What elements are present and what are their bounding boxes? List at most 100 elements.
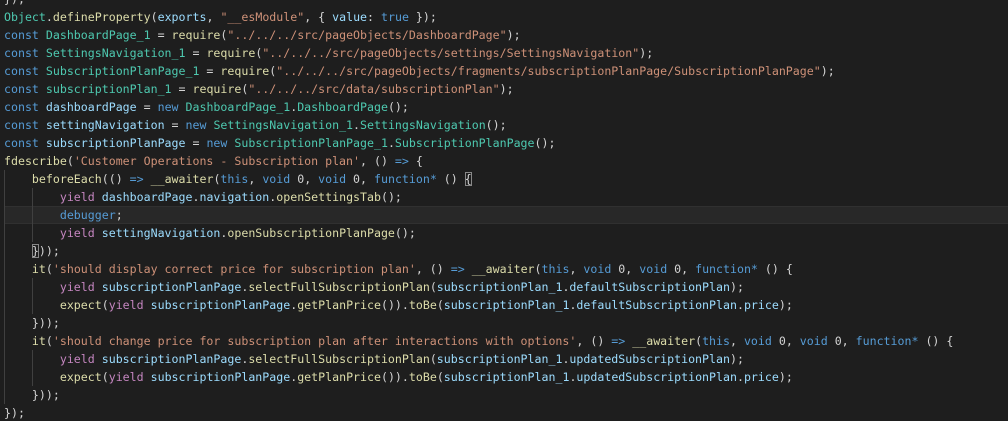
token-plain: . xyxy=(353,118,361,132)
token-plain: ( xyxy=(45,262,53,276)
token-plain: ); xyxy=(778,370,793,384)
token-plain: . xyxy=(45,10,53,24)
code-line[interactable]: })); xyxy=(4,386,1008,404)
token-plain: . xyxy=(736,370,744,384)
token-keyword: const xyxy=(4,100,46,114)
line-text: debugger; xyxy=(4,208,123,222)
token-plain: (); xyxy=(485,118,507,132)
token-plain: ( xyxy=(101,370,109,384)
token-variable: defaultSubscriptionPlan xyxy=(576,298,737,312)
token-keyword: void xyxy=(799,334,828,348)
token-string: "__esModule" xyxy=(220,10,305,24)
line-text: it('should display correct price for sub… xyxy=(4,262,793,276)
token-plain: (); xyxy=(534,136,556,150)
code-line[interactable]: const dashboardPage = new DashboardPage_… xyxy=(4,98,1008,116)
token-function: beforeEach xyxy=(31,172,102,186)
code-line[interactable]: const subscriptionPlanPage = new Subscri… xyxy=(4,134,1008,152)
token-variable: updatedSubscriptionPlan xyxy=(569,352,730,366)
token-function: openSubscriptionPlanPage xyxy=(227,226,395,240)
token-function: require xyxy=(171,28,221,42)
code-line[interactable]: it('should change price for subscription… xyxy=(4,332,1008,350)
token-plain: ( xyxy=(534,262,542,276)
code-line[interactable]: }); xyxy=(4,0,1008,8)
token-function: getPlanPrice xyxy=(297,298,381,312)
token-variable: subscriptionPlan_1 xyxy=(443,370,570,384)
token-keyword: void xyxy=(318,172,347,186)
token-plain: ( xyxy=(150,10,158,24)
token-control: yield xyxy=(59,280,102,294)
code-line[interactable]: expect(yield subscriptionPlanPage.getPla… xyxy=(4,368,1008,386)
code-line[interactable]: Object.defineProperty(exports, "__esModu… xyxy=(4,8,1008,26)
code-line[interactable]: yield subscriptionPlanPage.selectFullSub… xyxy=(4,350,1008,368)
token-variable: subscriptionPlanPage xyxy=(45,136,186,150)
token-type: SettingsNavigation_1 xyxy=(213,118,354,132)
indentation xyxy=(4,280,60,294)
token-variable: subscriptionPlanPage xyxy=(101,280,242,294)
token-keyword: function* xyxy=(695,262,758,276)
token-plain: ); xyxy=(729,280,744,294)
line-text: beforeEach(() => __awaiter(this, void 0,… xyxy=(4,172,472,186)
line-text: it('should change price for subscription… xyxy=(4,334,953,348)
code-line[interactable]: })); xyxy=(4,242,1008,260)
code-line-active[interactable]: debugger; xyxy=(4,206,1008,224)
token-plain: })); xyxy=(31,316,60,330)
indentation xyxy=(4,244,32,258)
line-text: }); xyxy=(4,0,25,6)
token-plain: = xyxy=(164,118,186,132)
code-editor[interactable]: }); Object.defineProperty(exports, "__esM… xyxy=(0,0,1008,421)
code-line[interactable]: const subscriptionPlan_1 = require("../.… xyxy=(4,80,1008,98)
token-plain: = xyxy=(171,82,193,96)
token-plain: = xyxy=(136,100,158,114)
code-line[interactable]: const SettingsNavigation_1 = require("..… xyxy=(4,44,1008,62)
code-line[interactable]: expect(yield subscriptionPlanPage.getPla… xyxy=(4,296,1008,314)
token-function: selectFullSubscriptionPlan xyxy=(248,280,430,294)
code-line[interactable]: const settingNavigation = new SettingsNa… xyxy=(4,116,1008,134)
code-line[interactable]: beforeEach(() => __awaiter(this, void 0,… xyxy=(4,170,1008,188)
line-text: const SubscriptionPlanPage_1 = require("… xyxy=(4,64,835,78)
code-line[interactable]: })); xyxy=(4,314,1008,332)
token-plain: , { xyxy=(304,10,333,24)
code-line[interactable]: yield subscriptionPlanPage.selectFullSub… xyxy=(4,278,1008,296)
code-line[interactable]: yield dashboardPage.navigation.openSetti… xyxy=(4,188,1008,206)
token-plain: 0, xyxy=(827,334,856,348)
token-keyword: function* xyxy=(374,172,437,186)
code-line[interactable]: const SubscriptionPlanPage_1 = require("… xyxy=(4,62,1008,80)
line-text: const settingNavigation = new SettingsNa… xyxy=(4,118,507,132)
code-line[interactable]: yield settingNavigation.openSubscription… xyxy=(4,224,1008,242)
token-keyword: const xyxy=(4,136,46,150)
line-text: const subscriptionPlan_1 = require("../.… xyxy=(4,82,514,96)
token-keyword: new xyxy=(157,100,186,114)
code-line[interactable]: it('should display correct price for sub… xyxy=(4,260,1008,278)
token-plain: ()). xyxy=(380,298,409,312)
token-plain: ); xyxy=(639,46,654,60)
token-variable: price xyxy=(743,370,779,384)
token-keyword: void xyxy=(583,262,612,276)
token-plain: . xyxy=(736,298,744,312)
token-variable: price xyxy=(743,298,779,312)
token-string: 'should change price for subscription pl… xyxy=(52,334,577,348)
code-line[interactable]: }); xyxy=(4,404,1008,421)
token-function: getPlanPrice xyxy=(297,370,381,384)
token-function: fdescribe xyxy=(4,154,67,168)
token-plain: ( xyxy=(436,298,444,312)
token-type: Object xyxy=(4,10,46,24)
token-plain: () { xyxy=(757,262,793,276)
code-line[interactable]: const DashboardPage_1 = require("../../.… xyxy=(4,26,1008,44)
token-keyword: new xyxy=(206,136,235,150)
line-text: expect(yield subscriptionPlanPage.getPla… xyxy=(4,298,793,312)
token-type: SubscriptionPlanPage_1 xyxy=(234,136,388,150)
token-string: "../../../src/pageObjects/settings/Setti… xyxy=(262,46,640,60)
token-control: yield xyxy=(108,298,151,312)
line-text: yield dashboardPage.navigation.openSetti… xyxy=(4,190,402,204)
line-text: const subscriptionPlanPage = new Subscri… xyxy=(4,136,555,150)
line-text: const dashboardPage = new DashboardPage_… xyxy=(4,100,409,114)
token-variable: settingNavigation xyxy=(101,226,221,240)
token-plain: () xyxy=(436,172,465,186)
line-text: })); xyxy=(4,316,60,330)
token-plain: = xyxy=(185,136,207,150)
token-keyword: debugger xyxy=(59,208,116,222)
token-function: it xyxy=(31,334,46,348)
token-function: require xyxy=(192,82,242,96)
token-control: yield xyxy=(59,352,102,366)
code-line[interactable]: fdescribe('Customer Operations - Subscri… xyxy=(4,152,1008,170)
